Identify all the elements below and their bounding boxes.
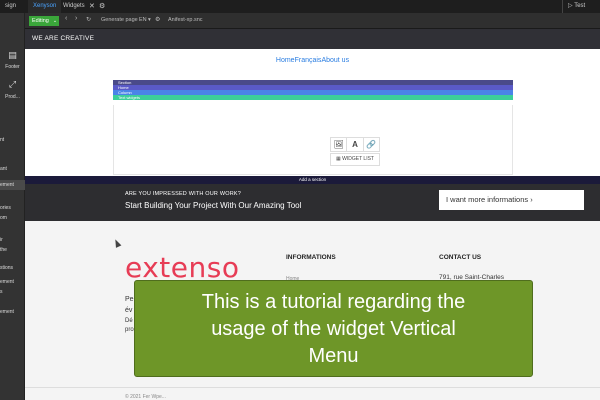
tab-xenyson[interactable]: Xenyson	[28, 0, 62, 13]
add-section-bar[interactable]: Add a section	[25, 176, 600, 184]
vertical-menu-item[interactable]: Text widgets	[113, 95, 513, 100]
sidebar-item-nt[interactable]: nt	[0, 137, 25, 143]
widget-drop-area[interactable]	[113, 105, 513, 175]
footer-text-fragment: év	[125, 307, 133, 314]
footer-divider	[25, 387, 600, 388]
more-info-button[interactable]: I want more informations ›	[439, 190, 584, 210]
back-arrow-icon[interactable]: ‹	[65, 15, 67, 22]
footer-informations-title: INFORMATIONS	[286, 254, 336, 261]
sidebar-item-footer[interactable]: Footer	[0, 64, 25, 70]
editing-mode-button[interactable]: Editing	[29, 16, 52, 26]
tutorial-caption: This is a tutorial regarding the usage o…	[134, 280, 533, 377]
settings-icon[interactable]: ⚙	[155, 16, 160, 23]
refresh-icon[interactable]: ↻	[86, 16, 91, 23]
footer-text-fragment: Dé	[125, 318, 133, 324]
text-icon[interactable]: A	[347, 138, 364, 151]
footer-copyright: © 2021 Fer Wpe...	[125, 394, 166, 400]
cta-section: ARE YOU IMPRESSED WITH OUR WORK? Start B…	[25, 184, 600, 221]
language-select[interactable]: EN	[139, 17, 147, 23]
caption-line: Menu	[308, 345, 359, 367]
cta-subtitle: ARE YOU IMPRESSED WITH OUR WORK?	[125, 191, 242, 197]
nav-link-francais[interactable]: Français	[295, 57, 322, 64]
cta-title: Start Building Your Project With Our Ama…	[125, 201, 302, 210]
sidebar-item-s[interactable]: s	[0, 289, 25, 295]
sidebar-item-ir[interactable]: ir	[0, 237, 25, 243]
widget-tools: 🖼 A 🔗	[330, 137, 380, 152]
sidebar-item-ant[interactable]: ant	[0, 166, 25, 172]
test-label: Test	[574, 3, 586, 9]
vertical-menu-widget: Section Home Column Text widgets	[113, 80, 513, 100]
sidebar-item-ement-active[interactable]: ement	[0, 180, 25, 190]
generate-page-button[interactable]: Generate page	[101, 17, 138, 23]
caption-line: This is a tutorial regarding the	[201, 291, 466, 313]
sidebar-item-ement-3[interactable]: ement	[0, 309, 25, 315]
image-icon[interactable]: 🖼	[331, 138, 348, 151]
caption-line: usage of the widget Vertical	[211, 318, 456, 340]
test-button[interactable]: ▷ Test	[562, 0, 590, 13]
app-titlebar: sign Xenyson Widgets ✕ ⚙ ▷ Test	[0, 0, 600, 13]
gear-icon[interactable]: ⚙	[94, 0, 110, 13]
sidebar-item-ement-2[interactable]: ement	[0, 279, 25, 285]
nav-link-about[interactable]: About us	[321, 57, 349, 64]
sidebar-item-ories[interactable]: ories	[0, 205, 25, 211]
resize-icon[interactable]: ⤢	[0, 79, 25, 90]
footer-text-fragment: Pe	[125, 296, 134, 303]
footer-text-fragment: pro	[125, 327, 134, 333]
sidebar-item-prod[interactable]: Prod...	[0, 94, 25, 100]
editor-sidebar: ▤ Footer ⤢ Prod... nt ant ement ories om…	[0, 13, 25, 400]
nav-link-home[interactable]: Home	[276, 57, 295, 64]
widget-list-button[interactable]: ▦ WIDGET LIST	[330, 153, 380, 166]
sidebar-item-stions[interactable]: stions	[0, 265, 25, 271]
sidebar-item-the[interactable]: the	[0, 247, 25, 253]
sidebar-item-om[interactable]: om	[0, 215, 25, 221]
footer-widget-icon[interactable]: ▤	[0, 50, 25, 61]
chevron-down-icon[interactable]: ⌄	[51, 16, 59, 26]
editor-toolbar: Editing ⌄ ‹ › ↻ Generate page EN ▾ ⚙ Ani…	[0, 13, 600, 29]
link-icon[interactable]: 🔗	[364, 138, 379, 151]
titlebar-left-label: sign	[5, 3, 17, 9]
language-chevron-icon[interactable]: ▾	[148, 17, 151, 23]
site-nav: HomeFrançaisAbout us	[25, 57, 600, 64]
page-name: Anifest-xp.snc	[168, 17, 203, 23]
widget-list-label: WIDGET LIST	[342, 156, 374, 162]
site-header-bar: WE ARE CREATIVE	[25, 29, 600, 49]
forward-arrow-icon[interactable]: ›	[75, 15, 77, 22]
footer-contact-title: CONTACT US	[439, 254, 482, 261]
